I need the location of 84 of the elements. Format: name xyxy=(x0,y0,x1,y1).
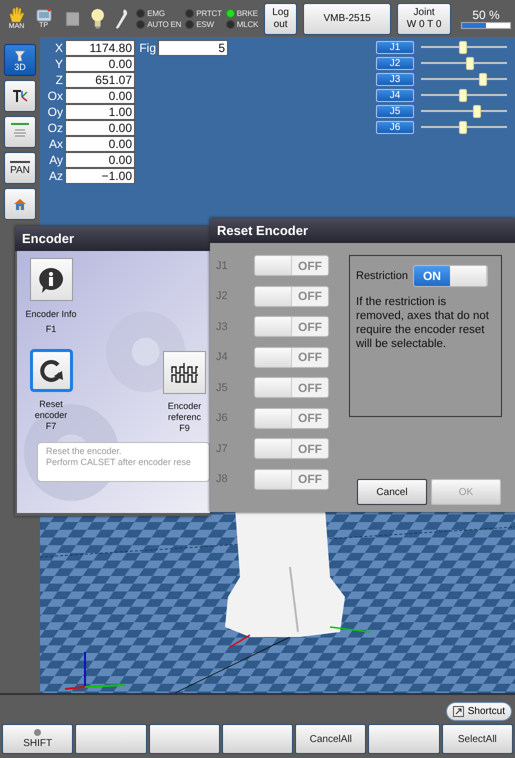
speed-bar xyxy=(461,22,511,29)
item-label: Encoder Info xyxy=(25,309,77,320)
coordinate-label: Ay xyxy=(48,152,63,166)
coordinate-button[interactable]: Joint W 0 T 0 xyxy=(397,2,451,34)
dialog-title: Reset Encoder xyxy=(210,218,515,243)
info-icon xyxy=(37,266,65,294)
lamp-label: BRKE xyxy=(236,8,258,18)
encoder-reference-button[interactable] xyxy=(163,351,206,394)
axis-label: J6 xyxy=(216,412,229,424)
shortcut-button[interactable]: Shortcut xyxy=(446,702,512,721)
dialog-title: Encoder xyxy=(15,226,210,251)
encoder-info-button[interactable] xyxy=(30,258,72,301)
key-label: F7 xyxy=(46,421,56,431)
coordinate-label: Ox xyxy=(46,88,63,102)
pulse-wave-icon xyxy=(170,362,198,384)
shift-key[interactable]: SHIFT xyxy=(2,724,74,754)
lamp-label: ESW xyxy=(196,20,214,28)
joint-button[interactable]: J3 xyxy=(376,73,414,86)
cancel-button[interactable]: Cancel xyxy=(357,479,427,505)
joint-button[interactable]: J4 xyxy=(376,89,414,102)
axis-label: J4 xyxy=(216,351,229,363)
function-key[interactable]: CancelAll xyxy=(295,724,366,754)
restriction-label: Restriction xyxy=(356,270,408,282)
coordinate-value: 0.00 xyxy=(65,136,135,152)
coordinate-label: Ax xyxy=(48,136,63,150)
coordinate-value: 651.07 xyxy=(65,72,135,88)
logout-button[interactable]: Log out xyxy=(264,2,297,34)
lamp-label: MLCK xyxy=(236,20,258,28)
coordinate-value: 0.00 xyxy=(65,152,135,168)
hand-icon xyxy=(8,6,26,22)
joint-button[interactable]: J5 xyxy=(376,105,414,118)
coordinate-value: 0.00 xyxy=(65,88,135,104)
view-3d-button[interactable]: 3D xyxy=(4,44,36,76)
note-text: If the restriction is removed, axes that do not require the encoder reset will be selectable. xyxy=(356,295,490,351)
axis-label: J1 xyxy=(216,260,229,272)
light-bulb-icon[interactable] xyxy=(91,8,105,30)
tool-frame-button[interactable] xyxy=(4,80,36,112)
function-key[interactable] xyxy=(148,724,220,754)
speed-value: 50 % xyxy=(472,8,500,22)
axis-label: J2 xyxy=(216,290,229,302)
axis-label: J3 xyxy=(216,320,229,332)
coordinate-value: 0.00 xyxy=(65,120,135,136)
function-key[interactable] xyxy=(368,724,440,754)
list-button[interactable] xyxy=(4,116,36,148)
key-label: F1 xyxy=(46,324,56,334)
function-key[interactable] xyxy=(222,724,294,754)
axis-label: J5 xyxy=(216,382,229,394)
reset-encoder-button[interactable] xyxy=(30,349,72,392)
home-button[interactable] xyxy=(4,188,36,220)
wrench-icon[interactable] xyxy=(114,8,128,30)
shortcut-icon xyxy=(452,706,464,717)
coordinate-value: −1.00 xyxy=(65,168,135,184)
fig-value: 5 xyxy=(158,40,228,56)
joint-button[interactable]: J2 xyxy=(376,57,414,70)
coordinate-label: Y xyxy=(54,56,63,70)
function-key[interactable]: SelectAll xyxy=(442,724,513,754)
item-label: Encoder referenc xyxy=(166,401,202,423)
lamp-label: EMG xyxy=(147,8,165,18)
pan-button[interactable]: PAN xyxy=(4,152,36,184)
axis-label: J7 xyxy=(216,442,229,454)
coordinate-label: Z xyxy=(54,72,63,86)
toggle-switch[interactable]: ON xyxy=(412,265,488,287)
coordinate-label: Oy xyxy=(46,104,63,118)
refresh-icon xyxy=(38,358,64,384)
item-label: Reset encoder xyxy=(34,399,68,421)
robot-button[interactable]: VMB-2515 xyxy=(302,2,392,34)
lamp-label: AUTO EN xyxy=(147,20,182,28)
description-box: Reset the encoder. Perform CALSET after encoder rese xyxy=(37,442,210,482)
function-key[interactable] xyxy=(75,724,147,754)
coordinate-label: Oz xyxy=(46,120,63,134)
coordinate-label: Az xyxy=(48,168,63,182)
axes-icon xyxy=(11,88,29,104)
key-label: F9 xyxy=(179,423,190,433)
joint-button[interactable]: J6 xyxy=(376,121,414,134)
coordinate-value: 1.00 xyxy=(65,104,135,120)
coordinate-label: X xyxy=(54,40,63,54)
home-icon xyxy=(13,198,27,210)
coordinate-value: 1174.80 xyxy=(65,40,135,56)
coordinate-value: 0.00 xyxy=(65,56,135,72)
lamp-label: PRTCT xyxy=(196,8,222,18)
pendant-icon xyxy=(36,8,52,22)
axis-label: J8 xyxy=(216,473,229,485)
joint-button[interactable]: J1 xyxy=(376,41,414,54)
fig-label: Fig xyxy=(138,40,156,54)
